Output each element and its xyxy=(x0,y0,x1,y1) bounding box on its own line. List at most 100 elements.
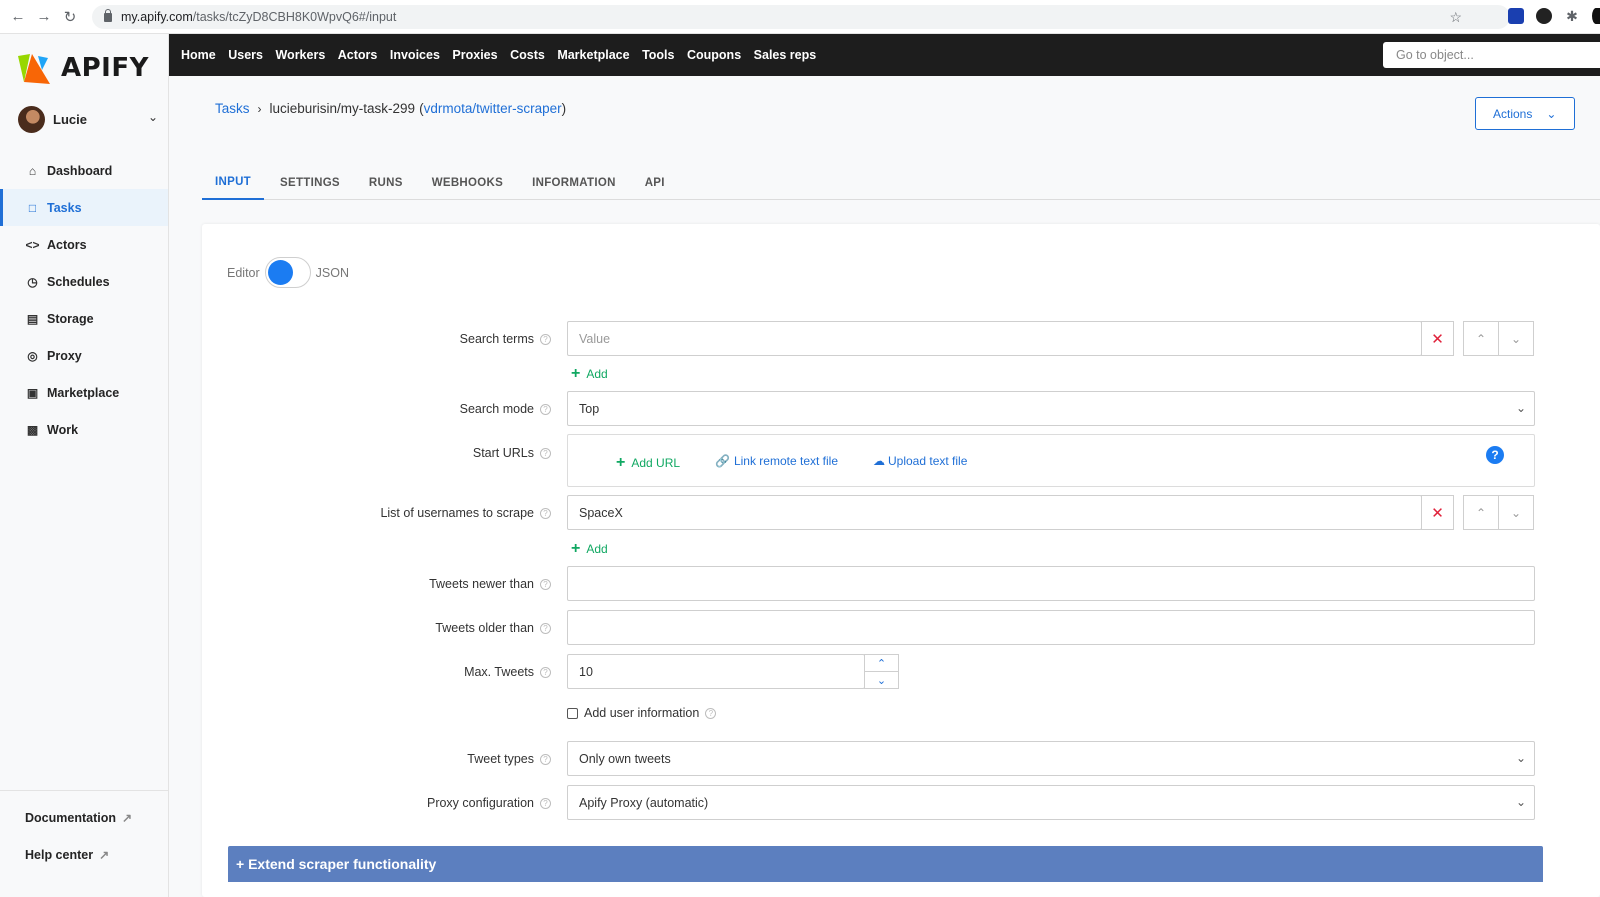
move-up-icon[interactable]: ⌃ xyxy=(1463,495,1499,530)
sidebar-item-dashboard[interactable]: ⌂ Dashboard xyxy=(0,152,168,189)
help-icon[interactable]: ? xyxy=(540,334,551,345)
max-tweets-input[interactable]: 10 xyxy=(567,654,865,689)
upload-file-button[interactable]: ☁ Upload text file xyxy=(873,454,967,468)
forward-arrow-icon[interactable]: → xyxy=(33,6,55,28)
extend-functionality-section[interactable]: + Extend scraper functionality xyxy=(228,846,1543,882)
topnav-coupons[interactable]: Coupons xyxy=(687,48,741,62)
tweet-types-select[interactable]: Only own tweets ⌄ xyxy=(567,741,1535,776)
sidebar-item-label: Actors xyxy=(47,237,87,252)
help-icon[interactable]: ? xyxy=(705,707,717,719)
tab-input[interactable]: INPUT xyxy=(202,166,264,200)
sidebar-item-label: Dashboard xyxy=(47,163,113,178)
clock-icon: ◷ xyxy=(27,274,38,289)
sidebar-item-label: Work xyxy=(47,422,79,437)
sidebar-item-label: Schedules xyxy=(47,274,110,289)
max-tweets-stepper: ⌃ ⌄ xyxy=(864,654,899,689)
apify-logo[interactable]: APIFY xyxy=(16,50,149,86)
puzzle-icon[interactable]: ✱ xyxy=(1564,8,1580,24)
add-user-info-checkbox[interactable] xyxy=(567,707,578,719)
sidebar-item-marketplace[interactable]: ▣ Marketplace xyxy=(0,374,168,411)
username-input[interactable]: SpaceX xyxy=(567,495,1422,530)
proxy-config-select[interactable]: Apify Proxy (automatic) ⌄ xyxy=(567,785,1535,820)
topnav-workers[interactable]: Workers xyxy=(275,48,325,62)
search-terms-input[interactable]: Value xyxy=(567,321,1422,356)
sidebar-item-schedules[interactable]: ◷ Schedules xyxy=(0,263,168,300)
apify-logo-icon xyxy=(18,54,50,84)
star-icon[interactable]: ☆ xyxy=(1449,9,1462,26)
help-icon[interactable]: ? xyxy=(540,754,551,765)
editor-json-toggle-row: Editor JSON xyxy=(227,257,349,288)
profile-icon[interactable] xyxy=(1592,8,1600,24)
actions-button[interactable]: Actions ⌄ xyxy=(1475,97,1575,130)
user-menu[interactable]: Lucie ⌄ xyxy=(18,105,162,133)
add-label: Add xyxy=(586,367,608,381)
extension-icons: ✱ xyxy=(1508,8,1600,24)
extension-icon[interactable] xyxy=(1536,8,1552,24)
search-mode-select[interactable]: Top ⌄ xyxy=(567,391,1535,426)
chevron-down-icon: ⌄ xyxy=(1515,751,1526,765)
editor-json-toggle[interactable] xyxy=(264,257,311,288)
tab-webhooks[interactable]: WEBHOOKS xyxy=(419,166,516,200)
toggle-knob xyxy=(267,260,293,285)
tab-information[interactable]: INFORMATION xyxy=(519,166,629,200)
reload-icon[interactable]: ↻ xyxy=(59,6,81,28)
sidebar-item-tasks[interactable]: □ Tasks xyxy=(0,189,168,226)
back-arrow-icon[interactable]: ← xyxy=(7,6,29,28)
topnav-proxies[interactable]: Proxies xyxy=(452,48,497,62)
topnav-sales-reps[interactable]: Sales reps xyxy=(754,48,817,62)
tab-runs[interactable]: RUNS xyxy=(356,166,416,200)
address-bar[interactable]: my.apify.com/tasks/tcZyD8CBH8K0WpvQ6#/in… xyxy=(92,5,1510,29)
url-host: my.apify.com xyxy=(121,10,193,24)
proxy-config-label: Proxy configuration xyxy=(426,796,534,810)
sidebar-item-actors[interactable]: <> Actors xyxy=(0,226,168,263)
help-icon[interactable]: ? xyxy=(540,404,551,415)
link-remote-file-button[interactable]: 🔗 Link remote text file xyxy=(715,454,838,468)
breadcrumb-tasks-link[interactable]: Tasks xyxy=(215,101,250,116)
topnav-costs[interactable]: Costs xyxy=(510,48,545,62)
increment-icon[interactable]: ⌃ xyxy=(865,655,898,672)
decrement-icon[interactable]: ⌄ xyxy=(865,672,898,689)
help-icon[interactable]: ? xyxy=(540,623,551,634)
move-down-icon[interactable]: ⌄ xyxy=(1498,495,1534,530)
help-center-link[interactable]: Help center ↗ xyxy=(0,836,168,873)
external-link-icon: ↗ xyxy=(99,847,110,862)
tab-api[interactable]: API xyxy=(632,166,678,200)
older-than-input[interactable] xyxy=(567,610,1535,645)
topnav-actors[interactable]: Actors xyxy=(338,48,378,62)
chevron-down-icon: ⌄ xyxy=(1515,795,1526,809)
move-up-icon[interactable]: ⌃ xyxy=(1463,321,1499,356)
sidebar-item-storage[interactable]: ▤ Storage xyxy=(0,300,168,337)
tab-settings[interactable]: SETTINGS xyxy=(267,166,353,200)
topnav-users[interactable]: Users xyxy=(228,48,263,62)
help-icon[interactable]: ? xyxy=(540,448,551,459)
move-down-icon[interactable]: ⌄ xyxy=(1498,321,1534,356)
sidebar-item-label: Storage xyxy=(47,311,94,326)
sidebar-item-work[interactable]: ▩ Work xyxy=(0,411,168,448)
search-mode-value: Top xyxy=(579,401,600,416)
help-icon[interactable]: ? xyxy=(540,579,551,590)
goto-object-input[interactable]: Go to object... xyxy=(1383,42,1600,68)
add-label: Add xyxy=(586,542,608,556)
add-username-button[interactable]: + Add xyxy=(571,540,608,558)
topnav-marketplace[interactable]: Marketplace xyxy=(557,48,629,62)
topnav-tools[interactable]: Tools xyxy=(642,48,674,62)
add-search-term-button[interactable]: + Add xyxy=(571,365,608,383)
newer-than-input[interactable] xyxy=(567,566,1535,601)
sidebar-item-proxy[interactable]: ◎ Proxy xyxy=(0,337,168,374)
proxy-config-value: Apify Proxy (automatic) xyxy=(579,795,709,810)
file-icon: □ xyxy=(28,200,37,215)
extension-icon[interactable] xyxy=(1508,8,1524,24)
help-icon[interactable]: ? xyxy=(540,508,551,519)
add-url-button[interactable]: + Add URL xyxy=(616,454,680,472)
question-icon[interactable]: ? xyxy=(1486,446,1504,464)
documentation-link[interactable]: Documentation ↗ xyxy=(0,799,168,836)
topnav-invoices[interactable]: Invoices xyxy=(390,48,440,62)
delete-icon[interactable]: ✕ xyxy=(1421,321,1454,356)
topnav-home[interactable]: Home xyxy=(181,48,216,62)
help-icon[interactable]: ? xyxy=(540,798,551,809)
delete-icon[interactable]: ✕ xyxy=(1421,495,1454,530)
help-center-label: Help center xyxy=(25,847,94,862)
top-nav: Home Users Workers Actors Invoices Proxi… xyxy=(181,48,829,62)
breadcrumb-actor-link[interactable]: vdrmota/twitter-scraper xyxy=(424,101,562,116)
help-icon[interactable]: ? xyxy=(540,667,551,678)
